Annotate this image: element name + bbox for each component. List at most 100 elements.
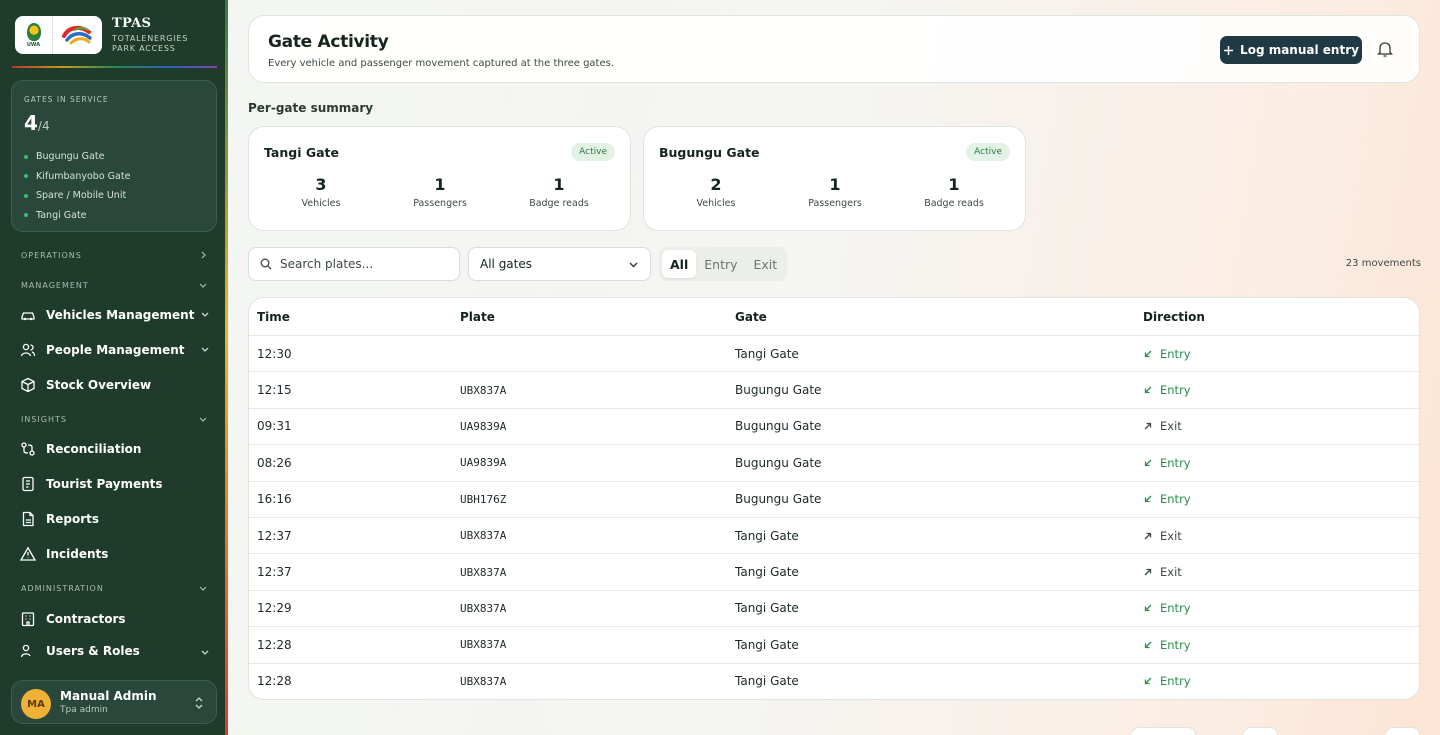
- direction-label: Entry: [1160, 383, 1191, 398]
- table-row[interactable]: 12:30 Tangi Gate Entry: [249, 336, 1419, 373]
- sidebar: UWA TPAS TOTALENERGIES PARK ACCESS GATES…: [0, 0, 228, 735]
- arrow-down-left-icon: [1144, 459, 1152, 467]
- direction-option-entry[interactable]: Entry: [696, 250, 745, 278]
- sidebar-item-users-roles[interactable]: Users & Roles: [20, 642, 210, 660]
- sidebar-item-contractors[interactable]: Contractors: [20, 607, 210, 631]
- cell-direction: Exit: [1143, 419, 1182, 433]
- gates-caption: GATES IN SERVICE: [24, 95, 109, 104]
- arrow-up-right-icon: [1144, 568, 1152, 576]
- cell-gate: Tangi Gate: [735, 346, 799, 361]
- table-row[interactable]: 12:29 UBX837A Tangi Gate Entry: [249, 591, 1419, 628]
- table-row[interactable]: 09:31 UA9839A Bugungu Gate Exit: [249, 409, 1419, 446]
- direction-label: Exit: [1160, 528, 1182, 543]
- chevron-down-icon: [199, 586, 207, 591]
- summary-heading: Per-gate summary: [248, 101, 374, 115]
- gate-status-item: Tangi Gate: [24, 206, 130, 226]
- status-dot-icon: [24, 174, 28, 179]
- chevron-down-icon: [199, 417, 207, 422]
- chevron-down-icon: [199, 283, 207, 288]
- sidebar-item-incidents[interactable]: Incidents: [20, 542, 210, 566]
- brand-logos: UWA: [15, 16, 102, 54]
- cell-time: 12:37: [257, 565, 292, 580]
- nav-section-insights[interactable]: INSIGHTS: [21, 412, 207, 426]
- sidebar-item-stock[interactable]: Stock Overview: [20, 373, 210, 397]
- sidebar-item-reconciliation[interactable]: Reconciliation: [20, 437, 210, 461]
- user-role: Tpa admin: [60, 705, 108, 715]
- cell-direction: Entry: [1143, 674, 1191, 688]
- table-row[interactable]: 12:15 UBX837A Bugungu Gate Entry: [249, 372, 1419, 409]
- movement-count: 23 movements: [1345, 258, 1421, 269]
- nav-section-administration[interactable]: ADMINISTRATION: [21, 581, 207, 595]
- direction-label: Entry: [1160, 346, 1191, 361]
- direction-label: Entry: [1160, 674, 1191, 689]
- cell-time: 12:37: [257, 528, 292, 543]
- user-key-icon: [20, 643, 36, 659]
- table-row[interactable]: 12:37 UBX837A Tangi Gate Exit: [249, 518, 1419, 555]
- brand-title: TPAS: [112, 16, 152, 31]
- gate-name: Bugungu Gate: [659, 145, 760, 160]
- gate-status-item: Kifumbanyobo Gate: [24, 167, 130, 187]
- gate-filter-select[interactable]: All gates: [468, 247, 651, 281]
- sidebar-item-tourist-payments[interactable]: Tourist Payments: [20, 472, 210, 496]
- brand-subtitle: TOTALENERGIES PARK ACCESS: [112, 34, 189, 53]
- users-icon: [20, 342, 36, 358]
- stat-passengers: 1 Passengers: [808, 175, 862, 209]
- pagination-prev-button[interactable]: [1131, 727, 1196, 735]
- cell-plate: UBX837A: [460, 638, 507, 652]
- brand[interactable]: UWA TPAS TOTALENERGIES PARK ACCESS: [15, 16, 215, 58]
- totalenergies-logo: [53, 16, 101, 54]
- page-subtitle: Every vehicle and passenger movement cap…: [268, 58, 615, 69]
- direction-label: Entry: [1160, 637, 1191, 652]
- uwa-logo: UWA: [15, 16, 53, 54]
- pagination-page-button[interactable]: [1243, 727, 1278, 735]
- direction-option-exit[interactable]: Exit: [746, 250, 786, 278]
- arrow-up-right-icon: [1144, 423, 1152, 430]
- cell-time: 12:28: [257, 637, 292, 652]
- table-row[interactable]: 12:28 UBX837A Tangi Gate Entry: [249, 664, 1419, 699]
- nav-section-operations[interactable]: OPERATIONS: [21, 248, 207, 262]
- direction-filter: All Entry Exit: [659, 247, 787, 281]
- gate-name: Tangi Gate: [264, 145, 339, 160]
- user-menu[interactable]: MA Manual Admin Tpa admin: [11, 680, 217, 724]
- cell-time: 12:29: [257, 601, 292, 616]
- cell-plate: UA9839A: [460, 456, 507, 470]
- sidebar-item-people[interactable]: People Management: [20, 338, 210, 362]
- chevron-right-icon: [201, 251, 206, 259]
- table-row[interactable]: 16:16 UBH176Z Bugungu Gate Entry: [249, 482, 1419, 518]
- arrow-up-right-icon: [1144, 532, 1152, 540]
- chevron-down-icon: [201, 312, 209, 317]
- chevron-up-down-icon: [195, 697, 203, 709]
- log-manual-entry-button[interactable]: Log manual entry: [1220, 36, 1362, 64]
- table-row[interactable]: 08:26 UA9839A Bugungu Gate Entry: [249, 445, 1419, 482]
- pagination-next-button[interactable]: [1385, 727, 1420, 735]
- arrow-down-left-icon: [1144, 386, 1152, 394]
- cell-time: 09:31: [257, 419, 292, 434]
- cell-gate: Tangi Gate: [735, 637, 799, 652]
- column-header-gate[interactable]: Gate: [735, 310, 767, 324]
- sidebar-item-reports[interactable]: Reports: [20, 507, 210, 531]
- gate-status-list: Bugungu Gate Kifumbanyobo Gate Spare / M…: [24, 147, 130, 225]
- file-icon: [20, 511, 36, 527]
- chevron-down-icon: [629, 262, 638, 268]
- direction-option-all[interactable]: All: [662, 250, 697, 278]
- gate-status-item: Bugungu Gate: [24, 147, 130, 167]
- bell-icon[interactable]: [1377, 40, 1393, 58]
- table-row[interactable]: 12:37 UBX837A Tangi Gate Exit: [249, 554, 1419, 591]
- cell-direction: Exit: [1143, 529, 1182, 543]
- gates-in-service-card: GATES IN SERVICE 4/4 Bugungu Gate Kifumb…: [11, 80, 217, 232]
- column-header-time[interactable]: Time: [257, 310, 290, 324]
- stat-badge-reads: 1 Badge reads: [924, 175, 984, 209]
- cell-gate: Tangi Gate: [735, 565, 799, 580]
- nav-section-management[interactable]: MANAGEMENT: [21, 278, 207, 292]
- column-header-direction[interactable]: Direction: [1143, 310, 1205, 324]
- column-header-plate[interactable]: Plate: [460, 310, 495, 324]
- direction-label: Entry: [1160, 601, 1191, 616]
- cell-time: 12:30: [257, 346, 292, 361]
- cell-time: 16:16: [257, 492, 292, 507]
- cell-direction: Entry: [1143, 347, 1191, 361]
- search-input[interactable]: [280, 257, 440, 271]
- movements-table: Time Plate Gate Direction 12:30 Tangi Gat…: [248, 297, 1420, 700]
- sidebar-item-vehicles[interactable]: Vehicles Management: [20, 303, 210, 327]
- receipt-icon: [20, 476, 36, 492]
- table-row[interactable]: 12:28 UBX837A Tangi Gate Entry: [249, 627, 1419, 664]
